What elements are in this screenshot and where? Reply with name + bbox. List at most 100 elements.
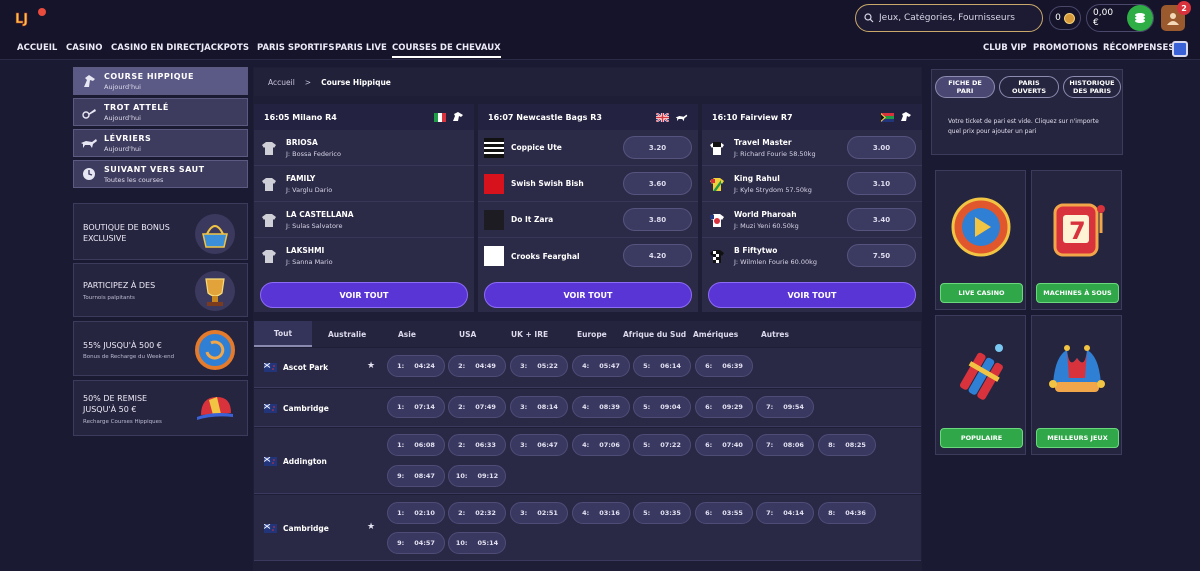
profile-button[interactable]: 2: [1161, 1, 1191, 31]
race-header[interactable]: 16:07 Newcastle Bags R3: [478, 104, 698, 130]
meeting-name[interactable]: Cambridge: [283, 524, 329, 533]
race-time-pill[interactable]: 3: 05:22: [510, 355, 568, 377]
race-time-pill[interactable]: 9: 04:57: [387, 532, 445, 554]
race-time-pill[interactable]: 1: 06:08: [387, 434, 445, 456]
runner-row[interactable]: Travel Master J: Richard Fourie 58.50kg 3…: [702, 130, 922, 166]
tab-all[interactable]: Tout: [254, 321, 312, 347]
tab-bet-slip[interactable]: FICHE DE PARI: [935, 76, 995, 98]
race-time-pill[interactable]: 7: 04:14: [756, 502, 814, 524]
sidebar-item-greyhounds[interactable]: LÉVRIERS Aujourd'hui: [73, 129, 248, 157]
race-time-pill[interactable]: 5: 06:14: [633, 355, 691, 377]
deposit-button[interactable]: [1127, 5, 1153, 31]
meeting-name[interactable]: Ascot Park: [283, 363, 328, 372]
runner-row[interactable]: Do It Zara 3.80: [478, 202, 698, 238]
race-time-pill[interactable]: 4: 05:47: [572, 355, 630, 377]
search-box[interactable]: [855, 4, 1043, 32]
race-time-pill[interactable]: 5: 09:04: [633, 396, 691, 418]
runner-row[interactable]: FAMILY J: Varglu Dario: [254, 166, 474, 202]
meeting-name[interactable]: Cambridge: [283, 404, 329, 413]
nav-promotions[interactable]: PROMOTIONS: [1033, 43, 1098, 53]
race-time-pill[interactable]: 3: 06:47: [510, 434, 568, 456]
race-time-pill[interactable]: 3: 08:14: [510, 396, 568, 418]
nav-live-bets[interactable]: PARIS LIVE: [335, 43, 387, 53]
race-time-pill[interactable]: 2: 06:33: [448, 434, 506, 456]
race-time-pill[interactable]: 2: 04:49: [448, 355, 506, 377]
breadcrumb-home[interactable]: Accueil: [268, 78, 295, 87]
runner-row[interactable]: King Rahul J: Kyle Strydom 57.50kg 3.10: [702, 166, 922, 202]
tile-slots[interactable]: 7 MACHINES À SOUS: [1031, 170, 1122, 310]
race-time-pill[interactable]: 10: 09:12: [448, 465, 506, 487]
race-time-pill[interactable]: 6: 09:29: [695, 396, 753, 418]
promo-tournaments[interactable]: PARTICIPEZ À DES Tournois palpitants: [73, 263, 248, 317]
race-time-pill[interactable]: 9: 08:47: [387, 465, 445, 487]
race-time-pill[interactable]: 10: 05:14: [448, 532, 506, 554]
promo-bonus-shop[interactable]: BOUTIQUE DE BONUS EXCLUSIVE: [73, 203, 248, 260]
tab-south-africa[interactable]: Afrique du Sud: [623, 321, 686, 347]
odds-button[interactable]: 3.40: [847, 208, 916, 231]
tab-asia[interactable]: Asie: [398, 321, 416, 347]
race-time-pill[interactable]: 2: 02:32: [448, 502, 506, 524]
tab-australia[interactable]: Australie: [328, 321, 366, 347]
favorite-star-icon[interactable]: ★: [367, 361, 375, 371]
race-time-pill[interactable]: 6: 06:39: [695, 355, 753, 377]
tab-usa[interactable]: USA: [459, 321, 476, 347]
tile-top-games[interactable]: MEILLEURS JEUX: [1031, 315, 1122, 455]
nav-casino-live[interactable]: CASINO EN DIRECT: [111, 43, 201, 53]
odds-button[interactable]: 3.20: [623, 136, 692, 159]
see-all-button[interactable]: VOIR TOUT: [708, 282, 916, 308]
odds-button[interactable]: 3.00: [847, 136, 916, 159]
odds-button[interactable]: 3.80: [623, 208, 692, 231]
odds-button[interactable]: 3.60: [623, 172, 692, 195]
search-input[interactable]: [879, 13, 1029, 23]
runner-row[interactable]: BRIOSA J: Bossa Federico: [254, 130, 474, 166]
runner-row[interactable]: B Fiftytwo J: Wilmlen Fourie 60.00kg 7.50: [702, 238, 922, 274]
race-time-pill[interactable]: 6: 07:40: [695, 434, 753, 456]
promo-weekend-reload[interactable]: 55% JUSQU'À 500 € Bonus de Recharge du W…: [73, 321, 248, 376]
race-time-pill[interactable]: 3: 02:51: [510, 502, 568, 524]
race-time-pill[interactable]: 2: 07:49: [448, 396, 506, 418]
race-header[interactable]: 16:05 Milano R4: [254, 104, 474, 130]
race-time-pill[interactable]: 5: 03:35: [633, 502, 691, 524]
sidebar-item-horse-racing[interactable]: COURSE HIPPIQUE Aujourd'hui: [73, 67, 248, 95]
runner-row[interactable]: LA CASTELLANA J: Sulas Salvatore: [254, 202, 474, 238]
sidebar-item-trot[interactable]: TROT ATTELÉ Aujourd'hui: [73, 98, 248, 126]
tab-bet-history[interactable]: HISTORIQUE DES PARIS: [1063, 76, 1121, 98]
race-time-pill[interactable]: 1: 04:24: [387, 355, 445, 377]
odds-button[interactable]: 4.20: [623, 244, 692, 267]
favorite-star-icon[interactable]: ★: [367, 522, 375, 532]
lolajack-logo[interactable]: LJ: [14, 6, 48, 30]
race-time-pill[interactable]: 8: 04:36: [818, 502, 876, 524]
race-time-pill[interactable]: 5: 07:22: [633, 434, 691, 456]
tab-open-bets[interactable]: PARIS OUVERTS: [999, 76, 1059, 98]
see-all-button[interactable]: VOIR TOUT: [484, 282, 692, 308]
race-time-pill[interactable]: 4: 03:16: [572, 502, 630, 524]
promo-horse-cashback[interactable]: 50% DE REMISE JUSQU'À 50 € Recharge Cours…: [73, 380, 248, 436]
odds-button[interactable]: 3.10: [847, 172, 916, 195]
tile-live-casino[interactable]: LIVE CASINO: [935, 170, 1026, 310]
race-time-pill[interactable]: 8: 08:25: [818, 434, 876, 456]
nav-rewards[interactable]: RÉCOMPENSES: [1103, 43, 1174, 53]
race-time-pill[interactable]: 1: 07:14: [387, 396, 445, 418]
tab-others[interactable]: Autres: [761, 321, 789, 347]
runner-row[interactable]: Swish Swish Bish 3.60: [478, 166, 698, 202]
runner-row[interactable]: World Pharoah J: Muzi Yeni 60.50kg 3.40: [702, 202, 922, 238]
race-time-pill[interactable]: 4: 07:06: [572, 434, 630, 456]
race-time-pill[interactable]: 7: 09:54: [756, 396, 814, 418]
see-all-button[interactable]: VOIR TOUT: [260, 282, 468, 308]
nav-sports[interactable]: PARIS SPORTIFS: [257, 43, 334, 53]
tab-americas[interactable]: Amériques: [693, 321, 738, 347]
race-time-pill[interactable]: 7: 08:06: [756, 434, 814, 456]
nav-horse-racing[interactable]: COURSES DE CHEVAUX: [392, 43, 501, 58]
tab-uk-ire[interactable]: UK + IRE: [511, 321, 548, 347]
race-time-pill[interactable]: 1: 02:10: [387, 502, 445, 524]
nav-jackpots[interactable]: JACKPOTS: [201, 43, 249, 53]
coins-counter[interactable]: 0: [1049, 6, 1081, 30]
sidebar-item-next-to-jump[interactable]: SUIVANT VERS SAUT Toutes les courses: [73, 160, 248, 188]
runner-row[interactable]: Coppice Ute 3.20: [478, 130, 698, 166]
race-time-pill[interactable]: 6: 03:55: [695, 502, 753, 524]
language-icon[interactable]: [1172, 41, 1188, 57]
race-time-pill[interactable]: 4: 08:39: [572, 396, 630, 418]
odds-button[interactable]: 7.50: [847, 244, 916, 267]
nav-casino[interactable]: CASINO: [66, 43, 102, 53]
balance-box[interactable]: 0,00 €: [1086, 4, 1154, 32]
